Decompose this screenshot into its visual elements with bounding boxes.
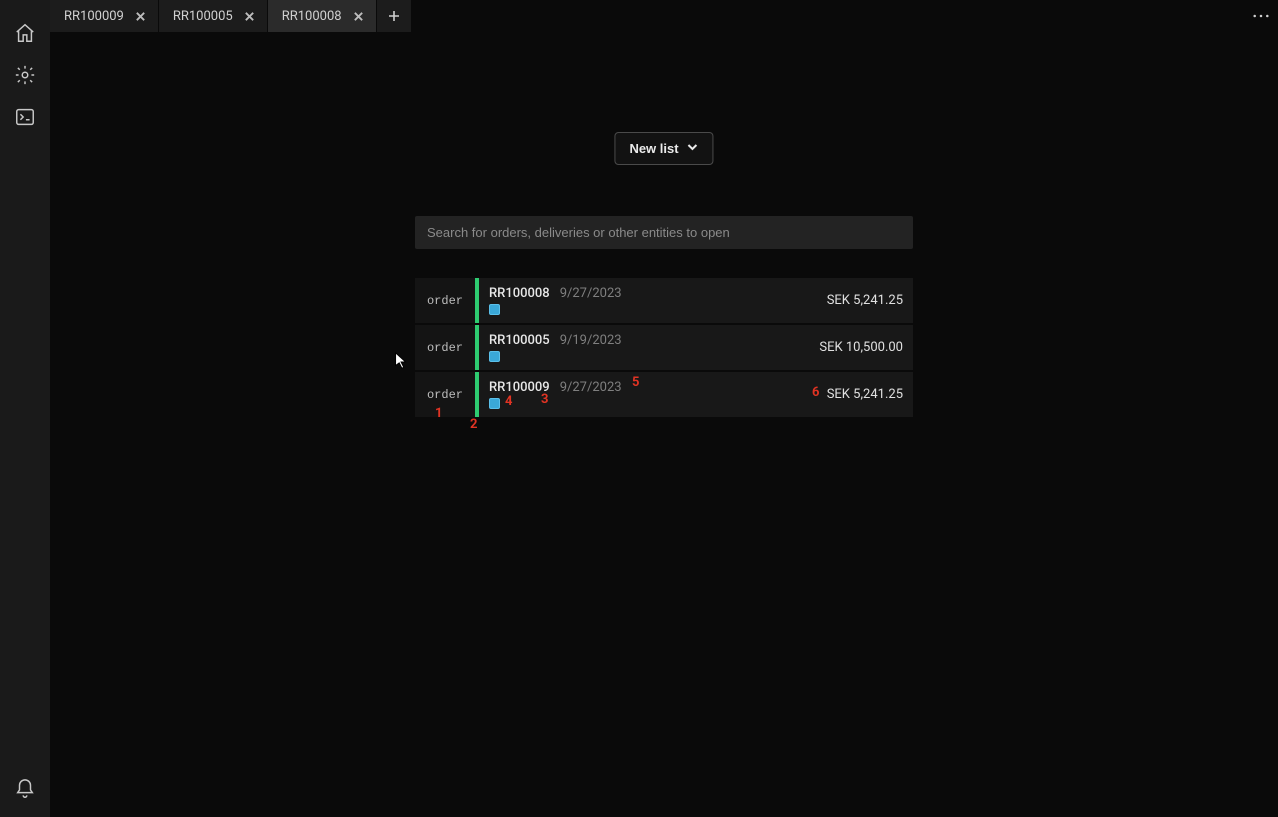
main-area: RR100009 RR100005 RR100008 bbox=[50, 0, 1278, 817]
new-list-label: New list bbox=[629, 141, 678, 156]
search-input[interactable] bbox=[415, 216, 913, 249]
order-body: RR100008 9/27/2023 SEK 5,241.25 bbox=[479, 278, 913, 323]
order-amount: SEK 5,241.25 bbox=[827, 293, 903, 308]
close-icon[interactable] bbox=[134, 9, 148, 23]
tab-label: RR100005 bbox=[173, 9, 233, 24]
order-date: 9/27/2023 bbox=[560, 287, 622, 300]
order-body: RR100009 9/27/2023 SEK 5,241.25 bbox=[479, 372, 913, 417]
order-amount: SEK 5,241.25 bbox=[827, 387, 903, 402]
order-id: RR100008 bbox=[489, 287, 550, 300]
order-type-label: order bbox=[415, 325, 475, 370]
order-list: order RR100008 9/27/2023 SEK 5,241.25 or… bbox=[415, 278, 913, 419]
chevron-down-icon bbox=[687, 141, 699, 156]
notifications-icon[interactable] bbox=[11, 775, 39, 803]
tab-strip: RR100009 RR100005 RR100008 bbox=[50, 0, 1278, 32]
mouse-cursor-icon bbox=[394, 352, 408, 374]
order-row[interactable]: order RR100005 9/19/2023 SEK 10,500.00 bbox=[415, 325, 913, 370]
close-icon[interactable] bbox=[243, 9, 257, 23]
order-id: RR100005 bbox=[489, 334, 550, 347]
order-row[interactable]: order RR100008 9/27/2023 SEK 5,241.25 bbox=[415, 278, 913, 323]
new-list-button[interactable]: New list bbox=[614, 132, 713, 165]
order-type-label: order bbox=[415, 372, 475, 417]
order-row[interactable]: order RR100009 9/27/2023 SEK 5,241.25 bbox=[415, 372, 913, 417]
settings-icon[interactable] bbox=[11, 61, 39, 89]
tab-label: RR100008 bbox=[282, 9, 342, 24]
order-body: RR100005 9/19/2023 SEK 10,500.00 bbox=[479, 325, 913, 370]
order-amount: SEK 10,500.00 bbox=[819, 340, 903, 355]
order-chip-icon bbox=[489, 398, 500, 409]
close-icon[interactable] bbox=[352, 9, 366, 23]
tab-rr100005[interactable]: RR100005 bbox=[159, 0, 268, 32]
home-icon[interactable] bbox=[11, 19, 39, 47]
more-icon[interactable] bbox=[1244, 0, 1278, 32]
order-type-label: order bbox=[415, 278, 475, 323]
annotation-2: 2 bbox=[470, 417, 477, 432]
order-chip-icon bbox=[489, 351, 500, 362]
order-id: RR100009 bbox=[489, 381, 550, 394]
order-chip-icon bbox=[489, 304, 500, 315]
tab-label: RR100009 bbox=[64, 9, 124, 24]
sidebar bbox=[0, 0, 50, 817]
content-area: New list order RR100008 9/27/2023 bbox=[50, 32, 1278, 817]
terminal-icon[interactable] bbox=[11, 103, 39, 131]
order-date: 9/19/2023 bbox=[560, 334, 622, 347]
order-date: 9/27/2023 bbox=[560, 381, 622, 394]
tab-rr100008[interactable]: RR100008 bbox=[268, 0, 377, 32]
tab-rr100009[interactable]: RR100009 bbox=[50, 0, 159, 32]
add-tab-button[interactable] bbox=[377, 0, 411, 32]
